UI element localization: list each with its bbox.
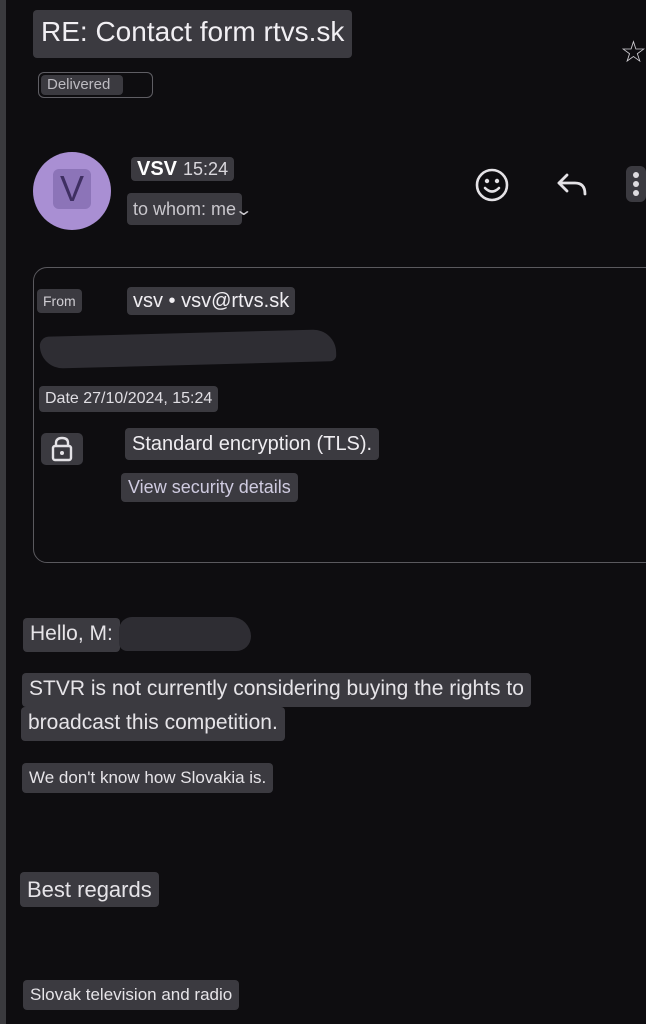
emoji-icon[interactable] (474, 167, 510, 203)
from-label: From (37, 289, 82, 313)
body-line-3: We don't know how Slovakia is. (22, 763, 274, 793)
email-subject: RE: Contact form rtvs.sk (33, 10, 353, 58)
sender-details-panel (33, 267, 646, 563)
from-address: vsv • vsv@rtvs.sk (127, 287, 296, 315)
chevron-down-icon[interactable]: ⌄ (234, 200, 253, 220)
message-time: 15:24 (183, 159, 229, 179)
avatar-letter: V (53, 169, 91, 209)
reply-icon[interactable] (555, 170, 589, 200)
delivered-status-badge: Delivered (38, 72, 153, 98)
sender-avatar[interactable]: V (33, 152, 111, 230)
sender-line: VSV 15:24 (131, 157, 235, 181)
body-line-2: broadcast this competition. (21, 707, 285, 741)
greeting-text: Hello, M: (23, 618, 120, 652)
encryption-info: Standard encryption (TLS). (125, 428, 380, 460)
signature-text: Slovak television and radio (23, 980, 240, 1010)
recipients-toggle[interactable]: to whom: me (127, 193, 243, 225)
delivered-label: Delivered (41, 75, 123, 95)
body-line-1: STVR is not currently considering buying… (22, 673, 531, 707)
redacted-name (119, 617, 251, 651)
lock-icon (41, 433, 83, 465)
more-vert-icon[interactable] (626, 166, 646, 202)
closing-text: Best regards (20, 872, 159, 907)
view-security-details-link[interactable]: View security details (121, 473, 298, 502)
left-edge-bar (0, 0, 6, 1024)
star-icon[interactable]: ☆ (620, 38, 646, 68)
message-date: Date 27/10/2024, 15:24 (39, 386, 219, 412)
sender-name: VSV (137, 158, 178, 180)
